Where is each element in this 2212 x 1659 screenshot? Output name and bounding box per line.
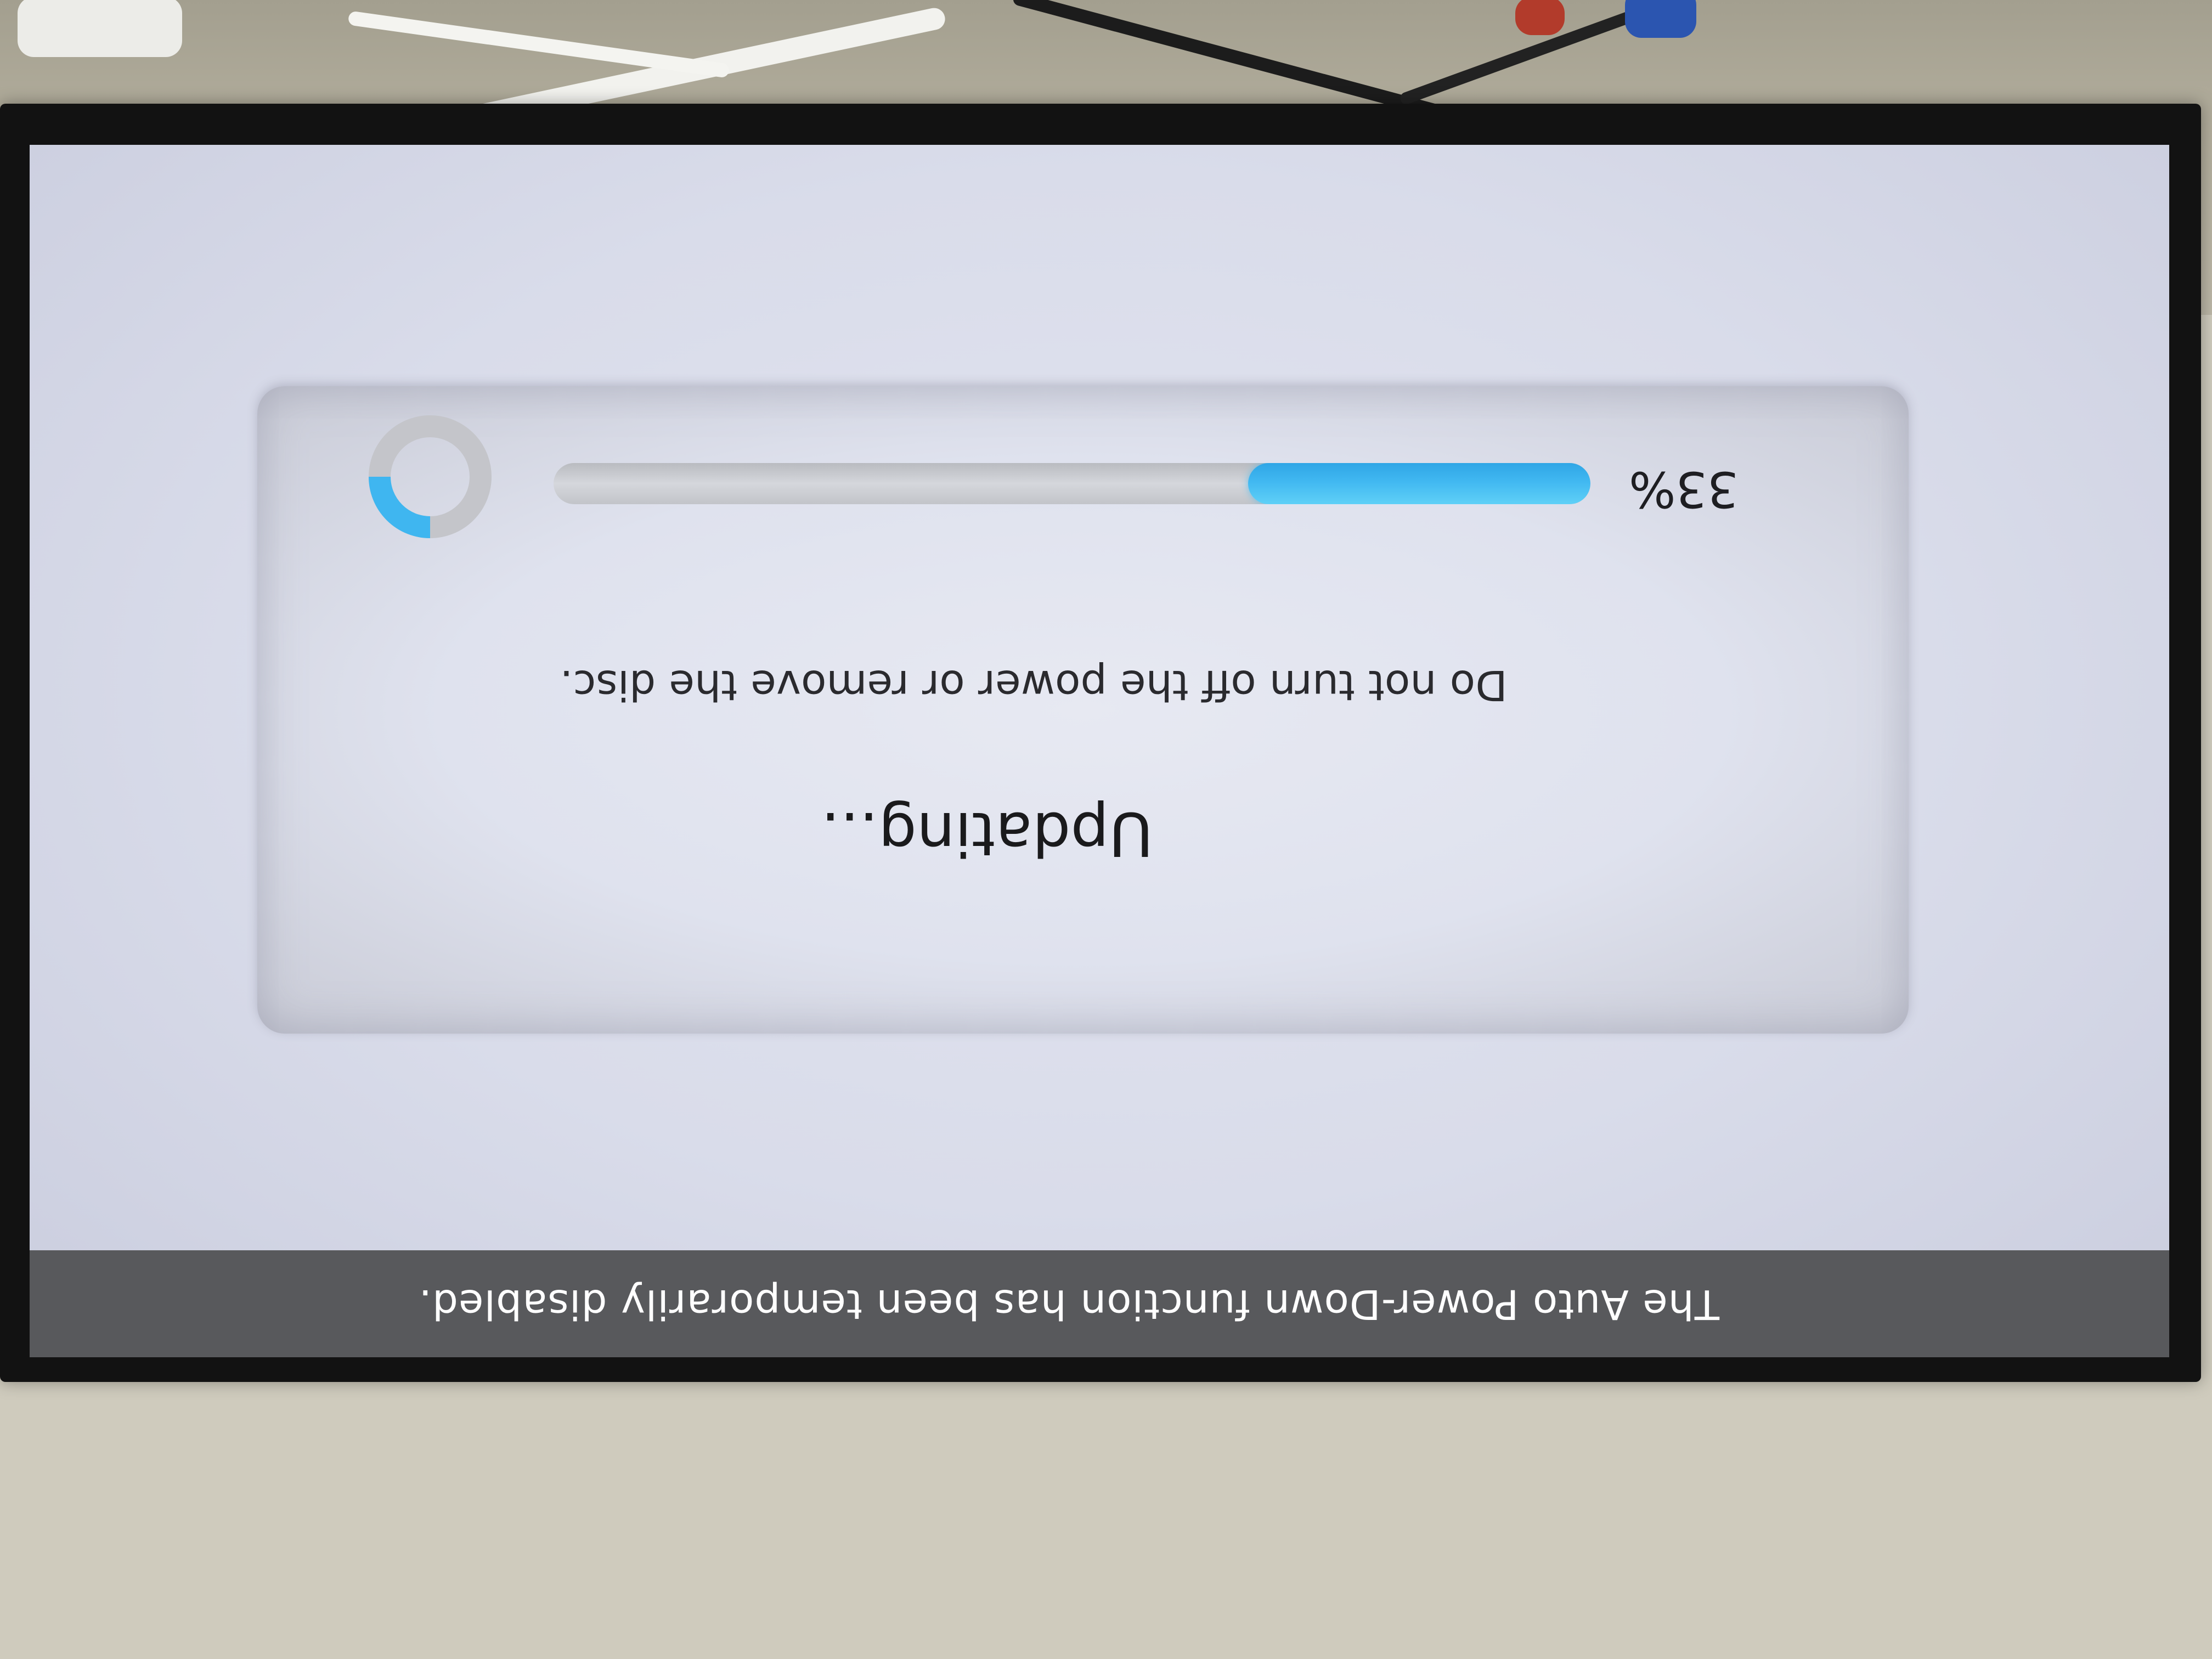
loading-spinner-icon — [367, 414, 493, 540]
progress-bar — [554, 463, 1590, 504]
progress-percent: 33% — [1628, 460, 1739, 518]
notice-text: The Auto Power-Down function has been te… — [418, 1280, 1719, 1328]
cable-plug — [1625, 0, 1696, 38]
tv-screen: The Auto Power-Down function has been te… — [30, 145, 2169, 1357]
update-dialog: Updating... Do not turn off the power or… — [257, 386, 1909, 1034]
dialog-title: Updating... — [821, 799, 1153, 869]
dialog-warning-text: Do not turn off the power or remove the … — [560, 661, 1508, 710]
auto-power-down-notice: The Auto Power-Down function has been te… — [30, 1250, 2169, 1357]
cable-plug — [18, 0, 182, 57]
progress-row: 33% — [257, 415, 1909, 551]
progress-bar-fill — [1248, 463, 1590, 504]
cable-plug — [1515, 0, 1565, 35]
photo-scene: The Auto Power-Down function has been te… — [0, 0, 2212, 1659]
